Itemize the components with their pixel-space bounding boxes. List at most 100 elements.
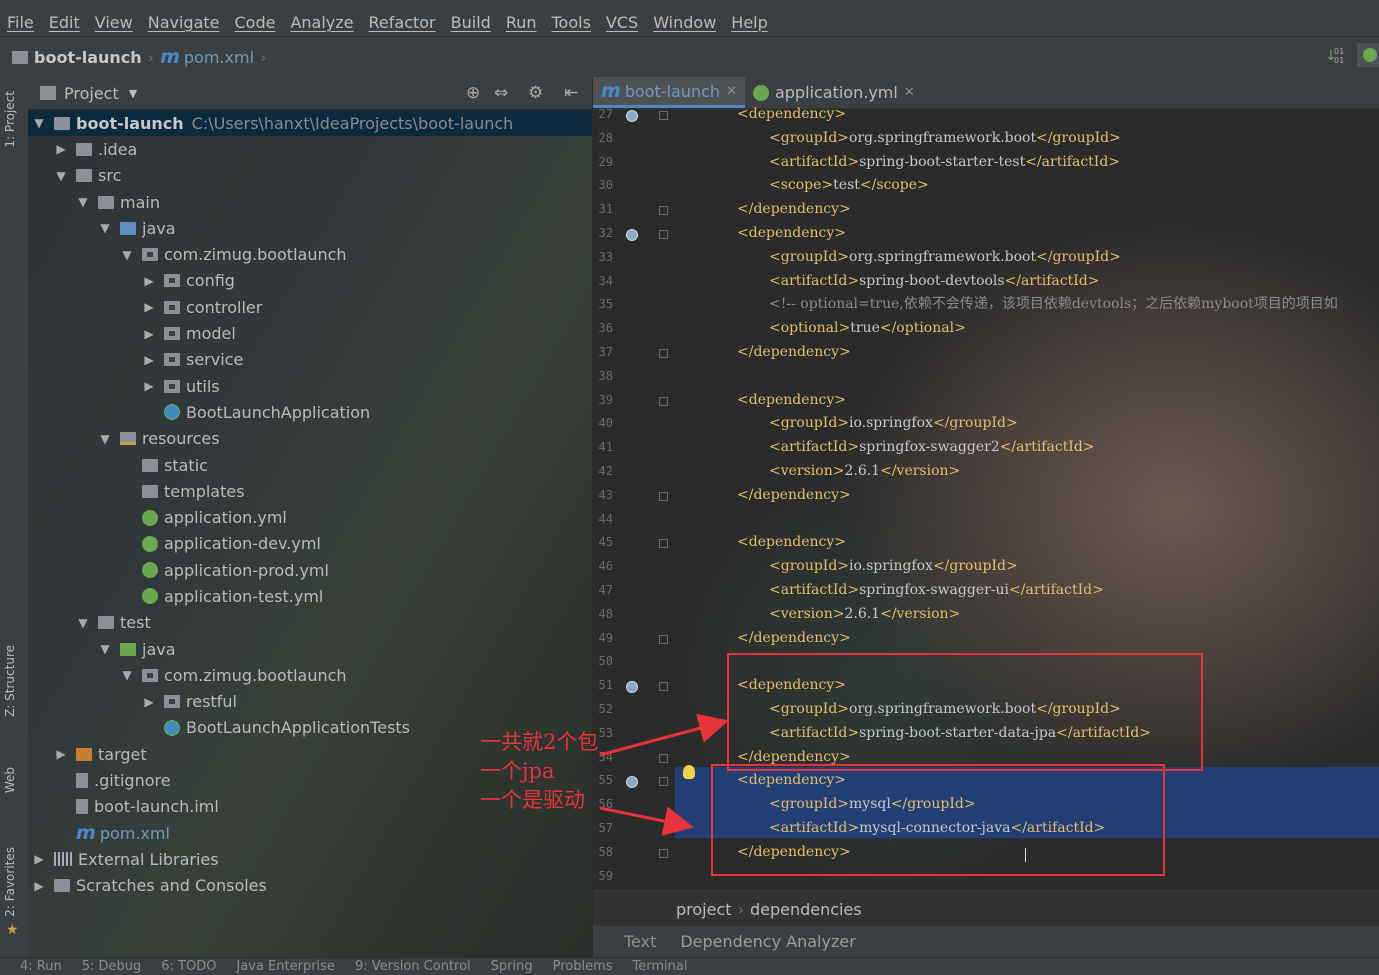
crumb-project[interactable]: project	[676, 900, 732, 919]
line-number: 45	[598, 535, 613, 550]
tree-item[interactable]: application-test.yml	[28, 583, 592, 609]
tree-item[interactable]: BootLaunchApplication	[28, 399, 592, 425]
chevron-down-icon[interactable]: ▼	[129, 87, 137, 100]
menu-build[interactable]: Build	[444, 13, 499, 32]
package-icon	[164, 379, 180, 393]
breadcrumb-separator: ›	[260, 47, 267, 67]
maven-dependency-gutter-icon[interactable]	[626, 776, 638, 789]
collapse-all-icon[interactable]: ⇔	[494, 83, 508, 103]
tab-dependency-analyzer[interactable]: Dependency Analyzer	[680, 932, 855, 951]
tree-item[interactable]: ▼ java	[28, 215, 592, 241]
menu-code[interactable]: Code	[228, 13, 284, 32]
xml-comment: <!-- optional=true,依赖不会传递，该项目依赖devtools；…	[769, 296, 1338, 313]
fold-marker-icon[interactable]	[659, 634, 668, 644]
menu-help[interactable]: Help	[724, 13, 775, 32]
maven-dependency-gutter-icon[interactable]	[626, 229, 638, 241]
tree-item[interactable]: ▼ resources	[28, 426, 592, 452]
fold-marker-icon[interactable]	[659, 682, 668, 692]
test-class-icon	[164, 719, 180, 736]
fold-marker-icon[interactable]	[659, 539, 668, 549]
fold-marker-icon[interactable]	[659, 753, 668, 763]
tree-item-root[interactable]: ▼ boot-launch C:\Users\hanxt\IdeaProjects\…	[28, 110, 592, 137]
menu-view[interactable]: View	[88, 13, 141, 32]
fold-marker-icon[interactable]	[659, 206, 668, 216]
fold-marker-icon[interactable]	[659, 396, 668, 406]
menu-run[interactable]: Run	[499, 13, 545, 32]
tree-label: application-prod.yml	[164, 560, 329, 580]
fold-marker-icon[interactable]	[659, 491, 668, 501]
tool-tab-web[interactable]: Web	[3, 767, 17, 793]
tree-item[interactable]: m pom.xml	[28, 820, 592, 846]
excluded-folder-icon	[76, 747, 92, 761]
tree-item[interactable]: ▶ External Libraries	[28, 846, 592, 872]
tool-todo[interactable]: 6: TODO	[161, 959, 216, 974]
tree-item[interactable]: ▼ com.zimug.bootlaunch	[28, 241, 592, 267]
menu-edit[interactable]: Edit	[42, 13, 88, 32]
breadcrumb-project[interactable]: boot-launch	[34, 48, 142, 67]
menu-vcs[interactable]: VCS	[599, 13, 646, 32]
tool-terminal[interactable]: Terminal	[633, 959, 688, 974]
tree-item[interactable]: ▼ java	[28, 636, 592, 662]
menu-analyze[interactable]: Analyze	[283, 13, 361, 32]
tree-item[interactable]: ▶ model	[28, 320, 592, 346]
breadcrumb-file[interactable]: pom.xml	[184, 48, 254, 67]
locate-icon[interactable]: ⊕	[466, 83, 480, 103]
tree-label: BootLaunchApplication	[186, 402, 371, 422]
menu-navigate[interactable]: Navigate	[141, 13, 228, 32]
tree-item[interactable]: application-prod.yml	[28, 557, 592, 583]
maven-dependency-gutter-icon[interactable]	[626, 681, 638, 694]
tool-version-control[interactable]: 9: Version Control	[355, 959, 471, 974]
tree-item[interactable]: ▼ main	[28, 189, 592, 215]
tool-tab-structure[interactable]: Z: Structure	[3, 645, 17, 717]
gear-icon[interactable]: ⚙	[528, 83, 543, 103]
tool-java-enterprise[interactable]: Java Enterprise	[236, 959, 334, 974]
tree-item[interactable]: ▼ test	[28, 610, 592, 636]
line-number: 42	[598, 464, 613, 478]
project-view-title[interactable]: Project	[64, 84, 119, 103]
line-number: 41	[598, 440, 613, 455]
menu-refactor[interactable]: Refactor	[362, 13, 444, 32]
menu-file[interactable]: File	[0, 13, 42, 32]
fold-marker-icon[interactable]	[659, 848, 668, 858]
fold-marker-icon[interactable]	[659, 230, 668, 239]
sort-icon[interactable]: ↓0101	[1325, 44, 1347, 66]
tool-debug[interactable]: 5: Debug	[82, 959, 142, 974]
tree-item[interactable]: application-dev.yml	[28, 531, 592, 557]
tree-item[interactable]: ▶ Scratches and Consoles	[28, 873, 592, 899]
tool-spring[interactable]: Spring	[491, 959, 533, 974]
fold-marker-icon[interactable]	[659, 111, 668, 120]
xml-tag: </groupId>	[1036, 129, 1121, 146]
tree-item[interactable]: application.yml	[28, 504, 592, 530]
tree-item[interactable]: ▶ utils	[28, 373, 592, 399]
maven-dependency-gutter-icon[interactable]	[626, 110, 638, 122]
fold-marker-icon[interactable]	[659, 349, 668, 358]
fold-marker-icon[interactable]	[659, 777, 668, 787]
tree-item[interactable]: templates	[28, 478, 592, 504]
star-icon: ★	[6, 922, 19, 938]
close-icon[interactable]: ✕	[904, 85, 915, 100]
tab-text[interactable]: Text	[624, 932, 656, 951]
hide-panel-icon[interactable]: ⇤	[564, 83, 578, 103]
tree-item[interactable]: ▶ config	[28, 268, 592, 294]
tree-item[interactable]: ▶ restful	[28, 689, 592, 715]
tree-item[interactable]: static	[28, 452, 592, 478]
tree-item[interactable]: ▼ com.zimug.bootlaunch	[28, 662, 592, 688]
tree-item[interactable]: ▶ service	[28, 347, 592, 373]
tree-item[interactable]: ▶ .idea	[28, 136, 592, 162]
tree-label: .gitignore	[94, 771, 171, 791]
menu-tools[interactable]: Tools	[545, 13, 599, 32]
xml-tag: </groupId>	[932, 558, 1018, 575]
tree-item[interactable]: ▼ src	[28, 163, 592, 189]
tree-item[interactable]: ▶ controller	[28, 294, 592, 320]
resources-folder-icon	[120, 432, 136, 446]
spring-icon[interactable]	[1357, 43, 1379, 67]
tool-tab-favorites[interactable]: 2: Favorites	[3, 847, 17, 917]
tool-run[interactable]: 4: Run	[20, 959, 62, 974]
tool-problems[interactable]: Problems	[553, 959, 613, 974]
lightbulb-icon[interactable]	[683, 765, 695, 779]
menu-window[interactable]: Window	[646, 13, 724, 32]
tab-boot-launch[interactable]: m boot-launch ✕	[593, 77, 745, 108]
tool-tab-project[interactable]: 1: Project	[3, 91, 17, 148]
crumb-dependencies[interactable]: dependencies	[750, 900, 862, 919]
close-icon[interactable]: ✕	[726, 84, 737, 99]
